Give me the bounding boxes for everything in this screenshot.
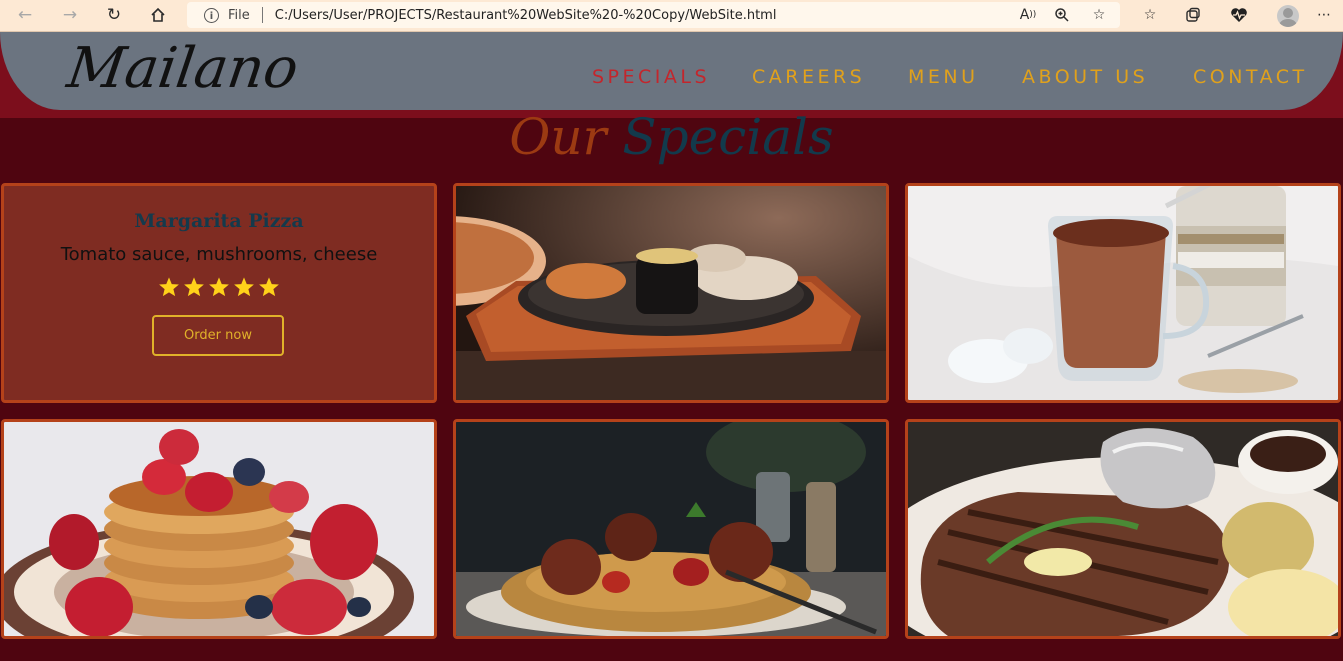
read-aloud-icon[interactable]: A)): [1017, 5, 1039, 25]
profile-avatar-icon[interactable]: [1277, 5, 1299, 27]
address-bar[interactable]: i File C:/Users/User/PROJECTS/Restaurant…: [187, 2, 1120, 28]
nav-specials[interactable]: SPECIALS: [592, 66, 710, 88]
chicken-platter-image: [456, 186, 886, 400]
title-word-specials: Specials: [622, 108, 834, 166]
order-now-button[interactable]: Order now: [152, 315, 284, 356]
forward-arrow-icon[interactable]: →: [57, 3, 83, 27]
favorites-icon[interactable]: ☆: [1139, 5, 1161, 25]
dish-photo-pancakes[interactable]: [1, 419, 437, 639]
health-heart-icon[interactable]: [1228, 5, 1250, 25]
pancakes-image: [4, 422, 434, 636]
nav-about-us[interactable]: ABOUT US: [1022, 66, 1148, 88]
section-title: Our Specials: [0, 108, 1343, 166]
dish-photo-spaghetti[interactable]: [453, 419, 889, 639]
nav-contact[interactable]: CONTACT: [1193, 66, 1308, 88]
dish-name: Margarita Pizza: [134, 210, 304, 232]
star-icon: [209, 277, 229, 297]
dish-photo-chocolate-drink[interactable]: [905, 183, 1341, 403]
home-icon[interactable]: [145, 3, 171, 27]
site-logo[interactable]: Mailano: [63, 36, 302, 101]
scheme-label: File: [228, 7, 250, 23]
star-icon: [259, 277, 279, 297]
star-rating: [4, 276, 434, 298]
star-icon: [159, 277, 179, 297]
zoom-icon[interactable]: [1051, 5, 1073, 25]
nav-careers[interactable]: CAREERS: [752, 66, 865, 88]
address-divider: [261, 7, 263, 23]
spaghetti-image: [456, 422, 886, 636]
more-options-icon[interactable]: ⋯: [1313, 5, 1335, 25]
dish-description: Tomato sauce, mushrooms, cheese: [60, 244, 378, 265]
title-word-our: Our: [509, 108, 607, 166]
star-icon: [234, 277, 254, 297]
browser-toolbar: ← → ↻ i File C:/Users/User/PROJECTS/Rest…: [0, 0, 1343, 32]
add-favorite-icon[interactable]: ☆: [1088, 5, 1110, 25]
nav-menu[interactable]: MENU: [908, 66, 979, 88]
info-icon[interactable]: i: [204, 7, 219, 23]
refresh-icon[interactable]: ↻: [101, 3, 127, 27]
steak-image: [908, 422, 1338, 636]
star-icon: [184, 277, 204, 297]
back-arrow-icon[interactable]: ←: [12, 3, 38, 27]
url-text[interactable]: C:/Users/User/PROJECTS/Restaurant%20WebS…: [275, 8, 777, 23]
dish-photo-chicken-platter[interactable]: [453, 183, 889, 403]
dish-photo-steak[interactable]: [905, 419, 1341, 639]
chocolate-drink-image: [908, 186, 1338, 400]
collections-icon[interactable]: [1182, 5, 1204, 25]
featured-dish-card: Margarita Pizza Tomato sauce, mushrooms,…: [1, 183, 437, 403]
